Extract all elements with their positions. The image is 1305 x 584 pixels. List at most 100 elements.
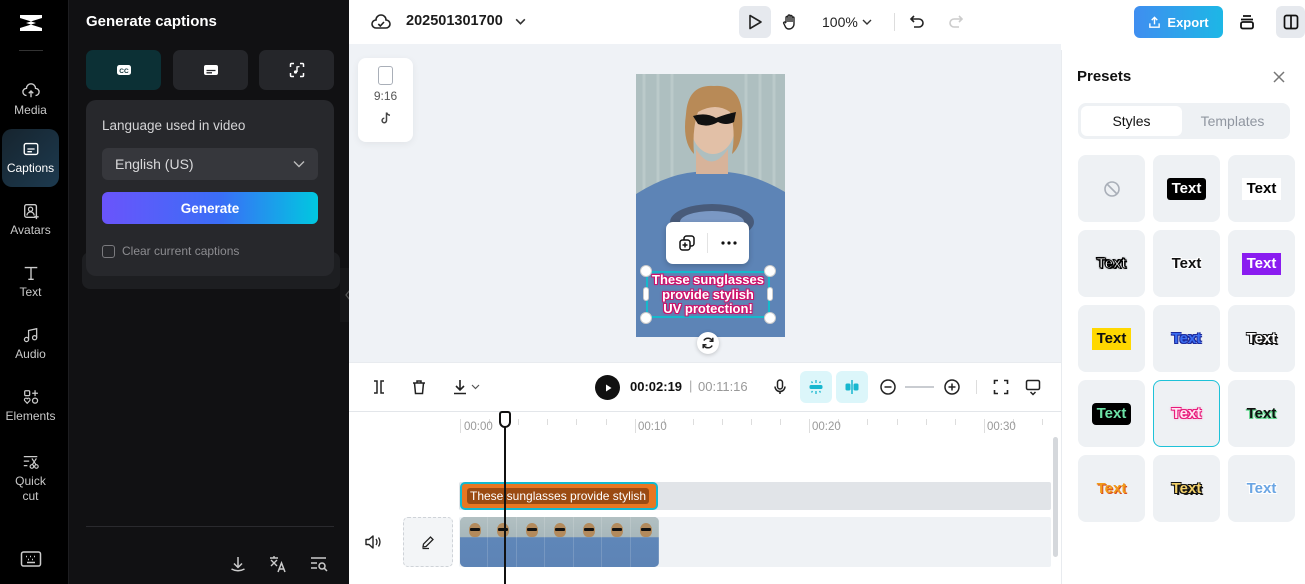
- auto-snap-toggle[interactable]: [800, 371, 832, 403]
- style-preset-black-on-white[interactable]: Text: [1228, 155, 1295, 222]
- toolbar-divider: [976, 380, 977, 394]
- ruler-tick: [721, 419, 723, 425]
- total-duration: 00:11:16: [698, 379, 748, 394]
- video-clip[interactable]: [460, 517, 659, 567]
- resize-handle-bottom-right[interactable]: [764, 312, 776, 324]
- style-preset-black-white-outline[interactable]: Text: [1228, 305, 1295, 372]
- zoom-level-select[interactable]: 100%: [822, 14, 872, 30]
- resize-handle-top-right[interactable]: [764, 265, 776, 277]
- tab-styles[interactable]: Styles: [1081, 106, 1182, 136]
- record-voice-button[interactable]: [769, 376, 791, 398]
- translate-icon[interactable]: [268, 554, 288, 574]
- clip-thumbnail: [488, 517, 517, 567]
- rail-label: Audio: [15, 347, 46, 361]
- timeline-scrollbar[interactable]: [1053, 437, 1058, 557]
- aspect-ratio-card[interactable]: 9:16: [358, 58, 413, 142]
- language-card: Language used in video English (US) Gene…: [86, 100, 334, 276]
- caption-clip[interactable]: These sunglasses provide stylish: [460, 482, 658, 510]
- capcut-editor: Media Captions Avatars Text Audio Elemen…: [0, 0, 1305, 584]
- download-icon[interactable]: [228, 554, 248, 574]
- undo-button[interactable]: [901, 6, 933, 38]
- subtitle-icon: [203, 65, 218, 75]
- playhead-handle[interactable]: [499, 411, 511, 428]
- chevron-down-icon: [293, 161, 305, 168]
- auto-captions-button[interactable]: CC: [86, 50, 161, 90]
- rail-item-captions[interactable]: Captions: [2, 129, 59, 187]
- generate-button[interactable]: Generate: [102, 192, 318, 224]
- delete-button[interactable]: [408, 376, 430, 398]
- style-preset-white-outline-black[interactable]: Text: [1078, 230, 1145, 297]
- fit-timeline-button[interactable]: [990, 376, 1012, 398]
- toolbar-divider: [894, 13, 895, 31]
- style-preset-orange-gradient[interactable]: Text: [1078, 455, 1145, 522]
- download-menu-button[interactable]: [447, 376, 483, 398]
- search-captions-icon[interactable]: [309, 554, 329, 574]
- resize-handle-left[interactable]: [643, 287, 649, 301]
- rotate-handle[interactable]: [697, 332, 719, 354]
- rail-item-avatars[interactable]: Avatars: [2, 191, 59, 249]
- cloud-saved-icon[interactable]: [371, 12, 391, 32]
- style-preset-white-on-purple[interactable]: Text: [1228, 230, 1295, 297]
- rail-item-media[interactable]: Media: [2, 71, 59, 129]
- split-button[interactable]: [368, 376, 390, 398]
- hand-tool-button[interactable]: [774, 6, 806, 38]
- toggle-right-panel-button[interactable]: [1276, 6, 1305, 38]
- rail-label: Media: [14, 103, 47, 117]
- more-options-button[interactable]: [708, 222, 749, 264]
- rail-item-quick-cut[interactable]: Quick cut: [2, 445, 59, 511]
- select-tool-button[interactable]: [739, 6, 771, 38]
- edit-cover-button[interactable]: [403, 517, 453, 567]
- text-icon: [24, 266, 37, 280]
- rail-item-text[interactable]: Text: [2, 253, 59, 311]
- style-preset-blue-white-outline[interactable]: Text: [1228, 455, 1295, 522]
- style-preset-black-on-yellow[interactable]: Text: [1078, 305, 1145, 372]
- zoom-in-button[interactable]: [941, 376, 963, 398]
- clear-captions-checkbox[interactable]: [102, 244, 115, 258]
- clip-thumbnail: [545, 517, 574, 567]
- preset-sample-text: Text: [1091, 402, 1132, 425]
- resize-handle-bottom-left[interactable]: [640, 312, 652, 324]
- style-preset-yellow-black-outline[interactable]: Text: [1153, 455, 1220, 522]
- redo-button[interactable]: [940, 6, 972, 38]
- style-preset-black-outline-white[interactable]: Text: [1153, 230, 1220, 297]
- quick-cut-icon: [23, 455, 39, 469]
- project-title[interactable]: 202501301700: [406, 13, 503, 29]
- style-preset-black-green-glow[interactable]: Text: [1228, 380, 1295, 447]
- ruler-tick: [547, 419, 549, 425]
- lyrics-captions-button[interactable]: [259, 50, 334, 90]
- rotate-icon: [702, 337, 714, 349]
- rail-item-audio[interactable]: Audio: [2, 315, 59, 373]
- style-preset-blue-outline[interactable]: Text: [1153, 305, 1220, 372]
- timeline-zoom-slider[interactable]: [905, 386, 934, 388]
- presets-tabs: Styles Templates: [1078, 103, 1290, 139]
- layers-menu-button[interactable]: [1231, 6, 1263, 38]
- style-preset-pink-outline[interactable]: Text: [1153, 380, 1220, 447]
- play-button[interactable]: [595, 375, 620, 400]
- keyboard-shortcuts-icon[interactable]: [20, 550, 42, 568]
- clear-captions-row: Clear current captions: [102, 244, 239, 258]
- rail-item-elements[interactable]: Elements: [2, 377, 59, 435]
- preview-mode-button[interactable]: [1022, 376, 1044, 398]
- export-button[interactable]: Export: [1134, 6, 1223, 38]
- resize-handle-top-left[interactable]: [640, 265, 652, 277]
- ellipsis-icon: [720, 241, 737, 245]
- speaker-icon[interactable]: [364, 534, 382, 550]
- style-preset-none[interactable]: [1078, 155, 1145, 222]
- style-preset-green-on-black[interactable]: Text: [1078, 380, 1145, 447]
- caption-overlay-text[interactable]: These sunglasses provide stylish UV prot…: [646, 272, 770, 317]
- language-select[interactable]: English (US): [102, 148, 318, 180]
- cc-icon: CC: [116, 65, 131, 75]
- close-icon[interactable]: [1271, 69, 1287, 85]
- tab-templates[interactable]: Templates: [1182, 106, 1283, 136]
- linkage-toggle[interactable]: [836, 371, 868, 403]
- play-icon: [605, 384, 611, 391]
- manual-captions-button[interactable]: [173, 50, 248, 90]
- zoom-out-button[interactable]: [877, 376, 899, 398]
- chevron-down-icon[interactable]: [514, 15, 527, 28]
- capcut-logo[interactable]: [16, 8, 46, 38]
- element-context-menu: [666, 222, 749, 264]
- resize-handle-right[interactable]: [767, 287, 773, 301]
- duplicate-button[interactable]: [666, 222, 707, 264]
- pencil-icon: [422, 536, 434, 550]
- style-preset-white-on-black[interactable]: Text: [1153, 155, 1220, 222]
